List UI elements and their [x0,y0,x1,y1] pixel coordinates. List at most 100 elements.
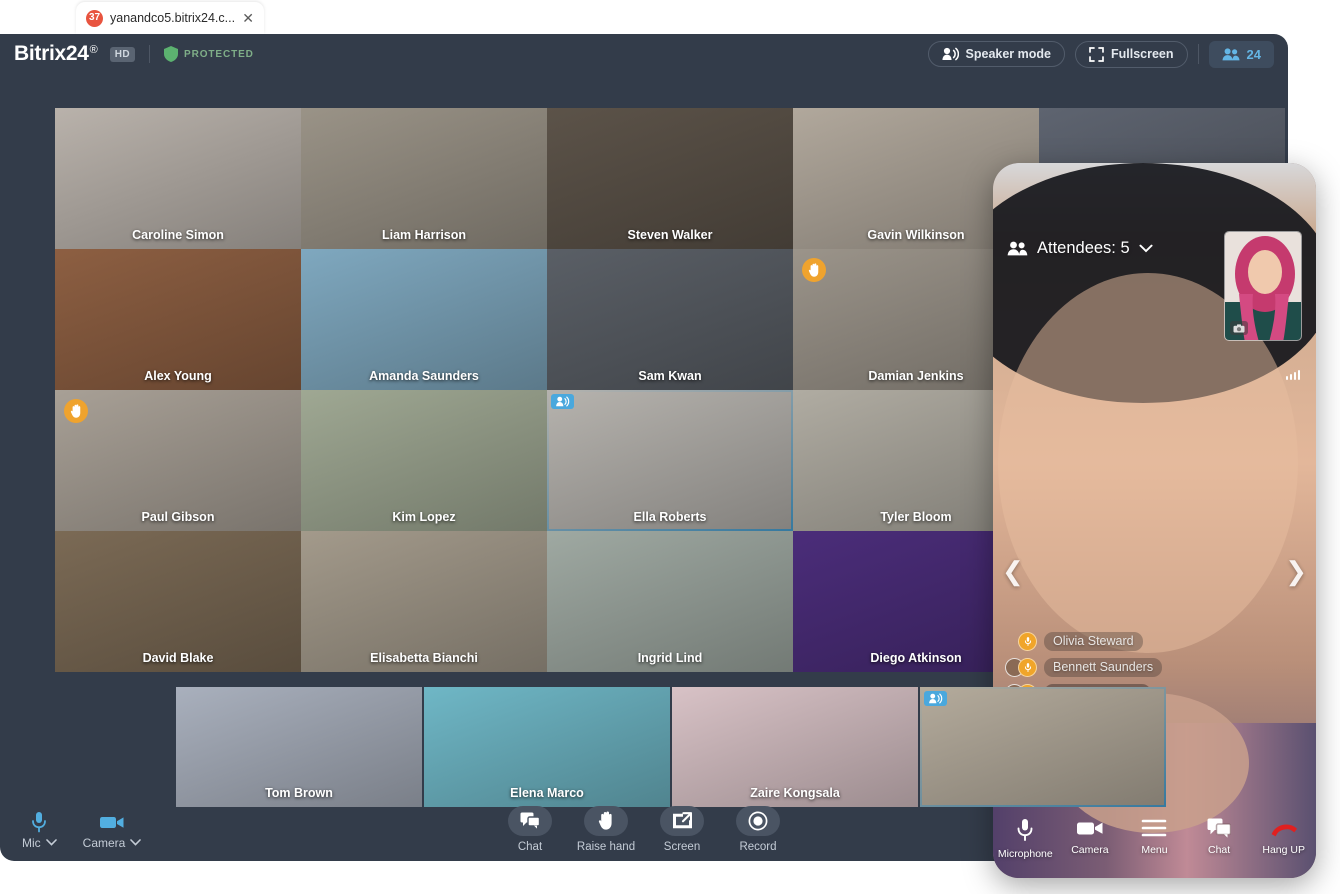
mic-device-control[interactable]: Mic [22,811,57,850]
screen-share-icon [660,806,704,836]
fullscreen-icon [1089,47,1104,62]
speaking-badge [551,394,574,409]
participant-video [672,687,918,807]
participant-video [547,390,793,531]
chat-button[interactable]: Chat [1189,818,1249,856]
header-divider-2 [1198,44,1199,64]
participant-tile[interactable]: Zaire Kongsala [672,687,918,807]
app-header: Bitrix24 ® HD PROTECTED [0,34,1288,74]
chat-icon [1207,818,1231,838]
attendees-label: Attendees: 5 [1037,239,1130,258]
browser-tab[interactable]: 37 yanandco5.bitrix24.c... ✕ [76,2,264,34]
participant-video [55,108,301,249]
participant-tile[interactable]: Paul Gibson [55,390,301,531]
participant-tile[interactable]: Ingrid Lind [547,531,793,672]
camera-label: Camera [83,836,126,850]
browser-chrome: 37 yanandco5.bitrix24.c... ✕ [0,0,1288,34]
participant-video [301,108,547,249]
signal-bars-icon [1286,370,1301,380]
screenshot-root: 37 yanandco5.bitrix24.c... ✕ Bitrix24 ® … [0,0,1340,894]
camera-flip-icon[interactable] [1230,321,1248,335]
self-view-thumbnail[interactable] [1224,231,1302,341]
participant-video [301,390,547,531]
camera-icon [99,811,125,833]
camera-button[interactable]: Camera [1060,818,1120,856]
participant-video [301,249,547,390]
device-controls: Mic Camera [0,811,141,850]
participant-tile[interactable]: Tom Brown [176,687,422,807]
header-divider [149,45,150,63]
chat-icon [508,806,552,836]
participant-video [301,531,547,672]
participant-tile[interactable]: Caroline Simon [55,108,301,249]
microphone-icon [1018,658,1037,677]
participant-video [55,249,301,390]
participant-tile[interactable]: Elisabetta Bianchi [301,531,547,672]
raise-hand-button[interactable]: Raise hand [575,806,637,854]
record-label: Record [739,841,776,854]
participant-video [424,687,670,807]
participant-tile[interactable]: Amanda Saunders [301,249,547,390]
close-icon[interactable]: ✕ [242,11,254,25]
participant-tile[interactable]: Sam Kwan [547,249,793,390]
brand-name: Bitrix24 [14,42,89,66]
participant-tile[interactable]: Liam Harrison [301,108,547,249]
brand-logo: Bitrix24 ® [14,42,98,66]
chevron-right-icon[interactable]: ❯ [1285,556,1307,587]
tab-title: yanandco5.bitrix24.c... [110,11,235,25]
record-icon [736,806,780,836]
registered-mark-icon: ® [90,44,98,56]
chevron-down-icon[interactable] [130,839,141,846]
speaker-mode-button[interactable]: Speaker mode [928,41,1065,67]
screen-share-button[interactable]: Screen [651,806,713,854]
camera-icon [1076,818,1104,838]
chevron-down-icon[interactable] [1139,244,1153,253]
mobile-call-controls: Microphone CameraMenuChat Hang UP [993,806,1316,878]
participant-tile[interactable]: Elena Marco [424,687,670,807]
participant-video [547,249,793,390]
chevron-down-icon[interactable] [46,839,57,846]
hamburger-menu-icon [1141,818,1167,838]
hand-icon [584,806,628,836]
speaking-badge [924,691,947,706]
participant-tile[interactable]: Steven Walker [547,108,793,249]
hd-badge: HD [110,47,135,62]
participant-count-button[interactable]: 24 [1209,41,1274,68]
participant-tile[interactable]: Kim Lopez [301,390,547,531]
mic-label: Mic [22,836,41,850]
raise-hand-label: Raise hand [577,841,635,854]
chevron-left-icon[interactable]: ❮ [1002,556,1024,587]
attendee-name: Bennett Saunders [1044,658,1162,677]
participant-video [547,531,793,672]
participant-tile[interactable]: Ella Roberts [547,390,793,531]
participant-video [176,687,422,807]
microphone-icon [1015,818,1035,842]
chat-label: Chat [518,841,542,854]
menu-button[interactable]: Menu [1124,818,1184,856]
chat-button[interactable]: Chat [499,806,561,854]
raised-hand-badge [64,399,88,423]
screen-label: Screen [664,841,700,854]
hangup-label: Hang UP [1262,844,1305,856]
fullscreen-label: Fullscreen [1111,47,1174,61]
participant-count: 24 [1247,47,1261,62]
people-icon [1007,241,1028,256]
participant-video [920,687,1166,807]
participant-tile[interactable]: David Blake [55,531,301,672]
participant-video [547,108,793,249]
participant-tile[interactable]: Alex Young [55,249,301,390]
participant-tile[interactable] [920,687,1166,807]
attendee-row[interactable]: Olivia Steward [1005,632,1162,651]
fullscreen-button[interactable]: Fullscreen [1075,41,1188,68]
participant-video [55,390,301,531]
record-button[interactable]: Record [727,806,789,854]
attendee-row[interactable]: Bennett Saunders [1005,658,1162,677]
participant-video [55,531,301,672]
camera-device-control[interactable]: Camera [83,811,142,850]
microphone-label: Microphone [998,848,1053,860]
raised-hand-badge [802,258,826,282]
hangup-button[interactable]: Hang UP [1254,818,1314,856]
microphone-icon [30,811,48,833]
microphone-button[interactable]: Microphone [995,818,1055,860]
attendees-toggle[interactable]: Attendees: 5 [1007,239,1153,258]
